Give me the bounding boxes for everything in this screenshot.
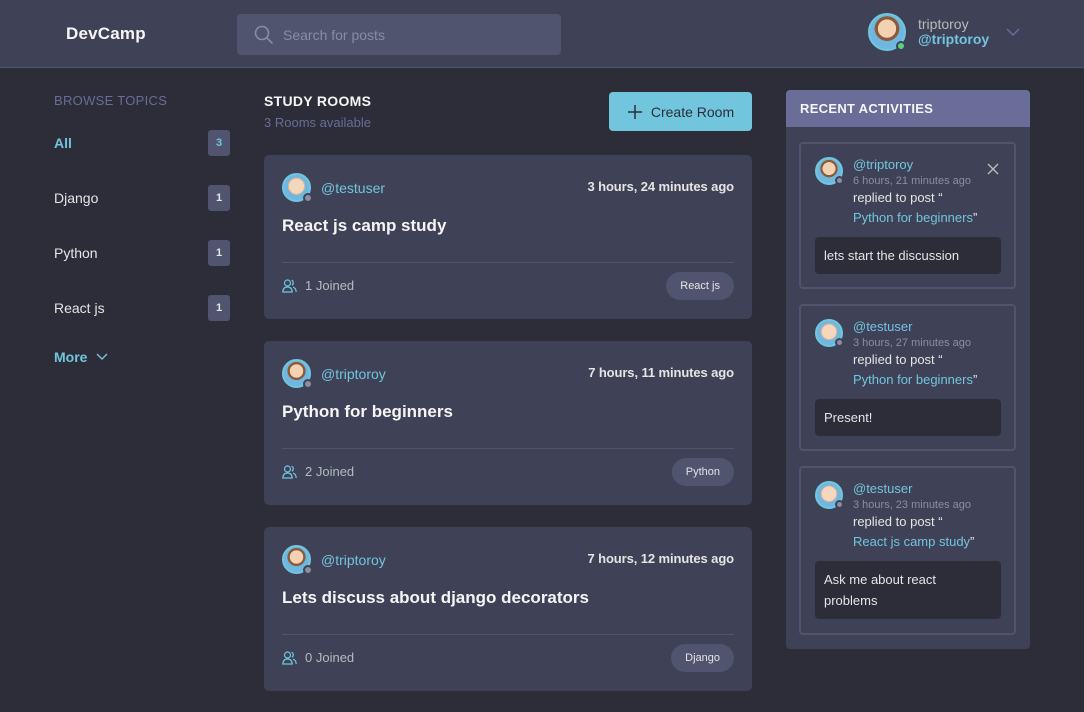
host-avatar[interactable]: [282, 173, 313, 203]
chevron-down-icon: [96, 353, 108, 360]
room-joined: 0 Joined: [282, 650, 354, 665]
topic-label: Django: [54, 190, 99, 206]
activity-avatar[interactable]: [815, 481, 844, 509]
topic-label: React js: [54, 300, 105, 316]
room-name-link[interactable]: Python for beginners: [282, 402, 453, 422]
room-topic-tag[interactable]: Python: [671, 458, 734, 486]
status-dot: [835, 500, 844, 509]
study-rooms-title: STUDY ROOMS: [264, 93, 372, 109]
room-topic-tag[interactable]: React js: [666, 272, 734, 300]
more-label: More: [54, 349, 88, 365]
status-dot: [835, 176, 844, 185]
room-joined: 2 Joined: [282, 464, 354, 479]
divider: [282, 634, 734, 635]
topic-item-django[interactable]: Django 1: [54, 184, 230, 212]
activity-time: 3 hours, 23 minutes ago: [853, 499, 972, 511]
activity-time: 3 hours, 27 minutes ago: [853, 337, 972, 349]
host-avatar[interactable]: [282, 545, 313, 575]
search-input[interactable]: [283, 26, 543, 43]
users-icon: [282, 278, 297, 293]
quote-close: ”: [972, 210, 978, 225]
create-room-label: Create Room: [650, 103, 735, 120]
room-name-link[interactable]: React js camp study: [282, 216, 446, 236]
user-names: triptoroy @triptoroy: [918, 17, 989, 47]
room-time: 7 hours, 11 minutes ago: [588, 365, 734, 380]
activity-post-link[interactable]: Python for beginners: [853, 372, 973, 387]
search-icon: [254, 25, 273, 44]
user-handle[interactable]: @triptoroy: [918, 32, 989, 47]
room-host-link[interactable]: @triptoroy: [321, 552, 386, 568]
user-name: triptoroy: [918, 16, 969, 32]
activity-post-link[interactable]: React js camp study: [853, 534, 970, 549]
activity-post: Python for beginners”: [853, 372, 977, 387]
room-card[interactable]: @testuser 3 hours, 24 minutes ago React …: [264, 155, 752, 319]
activity-avatar[interactable]: [815, 319, 844, 347]
status-dot: [303, 193, 313, 203]
topic-item-python[interactable]: Python 1: [54, 239, 230, 267]
chevron-down-icon[interactable]: [1005, 24, 1021, 40]
user-menu[interactable]: triptoroy @triptoroy: [868, 12, 1028, 52]
user-avatar[interactable]: [868, 13, 906, 51]
activity-user-link[interactable]: @triptoroy: [853, 157, 913, 172]
quote-close: ”: [970, 534, 975, 549]
activity-item: @testuser 3 hours, 23 minutes ago replie…: [799, 466, 1016, 635]
activity-post: React js camp study”: [853, 534, 974, 549]
topic-count-badge: 1: [208, 240, 230, 266]
joined-count: 2 Joined: [305, 464, 355, 479]
search-box[interactable]: [237, 14, 561, 55]
joined-count: 0 Joined: [305, 650, 355, 665]
room-name-link[interactable]: Lets discuss about django decorators: [282, 588, 589, 608]
topic-label: All: [54, 135, 72, 151]
activity-item: @testuser 3 hours, 27 minutes ago replie…: [799, 304, 1016, 451]
app-logo[interactable]: DevCamp: [66, 24, 146, 44]
status-dot: [303, 565, 313, 575]
users-icon: [282, 464, 297, 479]
divider: [282, 262, 734, 263]
activity-avatar[interactable]: [815, 157, 844, 185]
room-joined: 1 Joined: [282, 278, 354, 293]
joined-count: 1 Joined: [305, 278, 355, 293]
room-topic-tag[interactable]: Django: [671, 644, 734, 672]
rooms-available-count: 3 Rooms available: [264, 115, 371, 130]
create-room-button[interactable]: Create Room: [609, 92, 752, 131]
topic-item-react-js[interactable]: React js 1: [54, 294, 230, 322]
activity-user-link[interactable]: @testuser: [853, 481, 912, 496]
topic-label: Python: [54, 245, 98, 261]
activity-action: replied to post “: [853, 352, 943, 367]
plus-icon: [627, 104, 642, 119]
activity-post-link[interactable]: Python for beginners: [853, 210, 973, 225]
activity-message: lets start the discussion: [815, 237, 1001, 274]
room-time: 3 hours, 24 minutes ago: [587, 179, 734, 194]
host-avatar[interactable]: [282, 359, 313, 389]
online-status-icon: [896, 41, 906, 51]
recent-activities-panel: RECENT ACTIVITIES @triptoroy 6 hours, 21…: [786, 90, 1030, 649]
topic-count-badge: 1: [208, 295, 230, 321]
activity-user-link[interactable]: @testuser: [853, 319, 912, 334]
status-dot: [835, 338, 844, 347]
topic-count-badge: 3: [208, 130, 230, 156]
room-time: 7 hours, 12 minutes ago: [587, 551, 734, 566]
close-icon[interactable]: [986, 162, 1000, 176]
activity-time: 6 hours, 21 minutes ago: [853, 175, 972, 187]
users-icon: [282, 650, 297, 665]
quote-close: ”: [972, 372, 978, 387]
recent-activities-title: RECENT ACTIVITIES: [786, 90, 1030, 127]
room-host-link[interactable]: @testuser: [321, 180, 385, 196]
activity-action: replied to post “: [853, 190, 943, 205]
topic-item-all[interactable]: All 3: [54, 129, 230, 157]
activity-message: Ask me about react problems: [815, 561, 1001, 619]
topic-count-badge: 1: [208, 185, 230, 211]
divider: [282, 448, 734, 449]
activity-item: @triptoroy 6 hours, 21 minutes ago repli…: [799, 142, 1016, 289]
room-host-link[interactable]: @triptoroy: [321, 366, 386, 382]
room-card[interactable]: @triptoroy 7 hours, 12 minutes ago Lets …: [264, 527, 752, 691]
top-header: DevCamp triptoroy @triptoroy: [0, 0, 1084, 68]
activity-action: replied to post “: [853, 514, 943, 529]
activity-post: Python for beginners”: [853, 210, 977, 225]
browse-topics-title: BROWSE TOPICS: [54, 93, 168, 108]
room-card[interactable]: @triptoroy 7 hours, 11 minutes ago Pytho…: [264, 341, 752, 505]
more-topics-button[interactable]: More: [54, 349, 109, 365]
activity-message: Present!: [815, 399, 1001, 436]
status-dot: [303, 379, 313, 389]
